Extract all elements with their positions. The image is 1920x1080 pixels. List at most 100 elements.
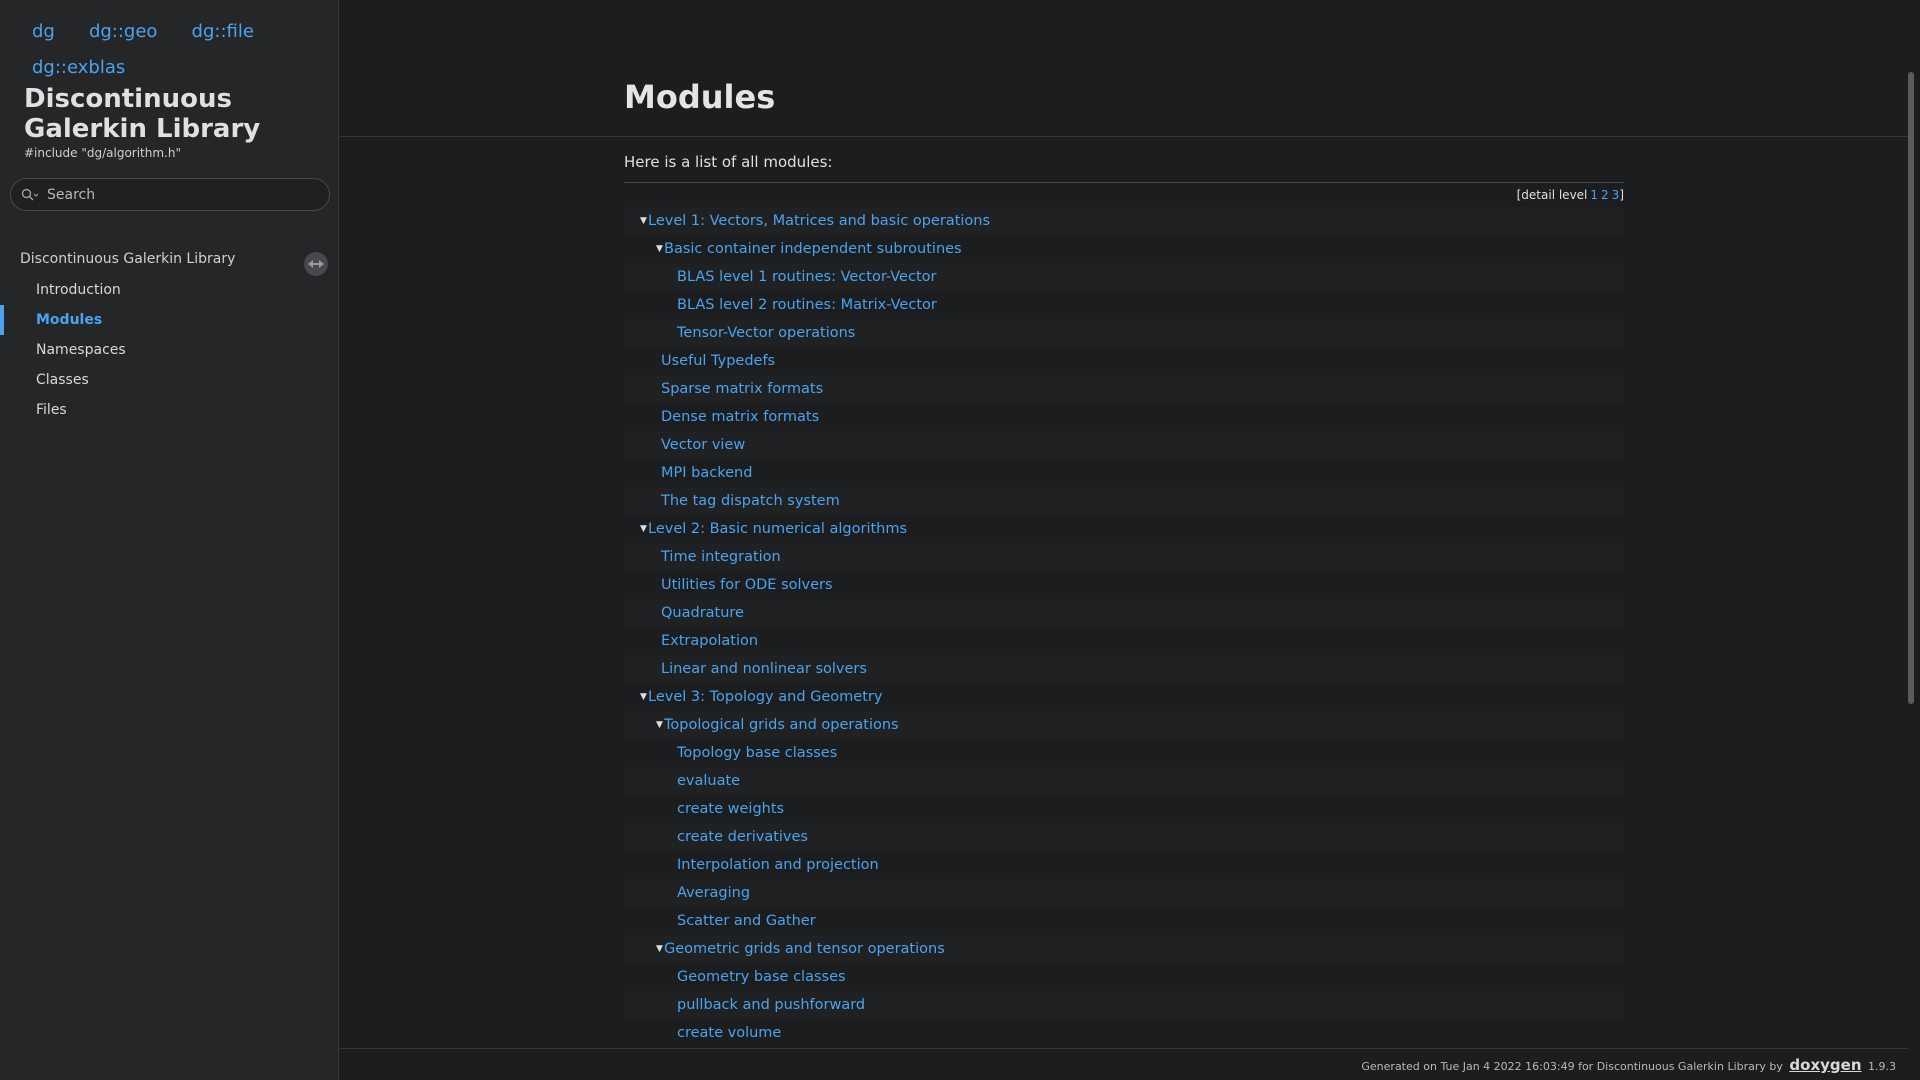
- module-link[interactable]: Sparse matrix formats: [661, 381, 823, 397]
- tree-row: The tag dispatch system: [624, 487, 1624, 515]
- module-tree: [detail level 1 2 3] ▼Level 1: Vectors, Mat…: [624, 182, 1624, 1041]
- expand-arrow-icon[interactable]: ▼: [640, 683, 648, 711]
- project-brief: #include "dg/algorithm.h": [24, 146, 181, 160]
- module-link[interactable]: Vector view: [661, 437, 745, 453]
- expand-arrow-icon[interactable]: ▼: [656, 235, 664, 263]
- tree-row: Averaging: [624, 879, 1624, 907]
- tree-row: ▼Geometric grids and tensor operations: [624, 935, 1624, 963]
- module-link[interactable]: Extrapolation: [661, 633, 758, 649]
- module-link[interactable]: Interpolation and projection: [677, 857, 879, 873]
- project-title: Discontinuous Galerkin Library: [24, 84, 261, 144]
- nav-item-classes[interactable]: Classes: [0, 365, 338, 395]
- tree-row: ▼Basic container independent subroutines: [624, 235, 1624, 263]
- detail-level-selector: [detail level 1 2 3]: [1517, 185, 1624, 205]
- tree-row: MPI backend: [624, 459, 1624, 487]
- module-link[interactable]: Geometry base classes: [677, 969, 846, 985]
- module-link[interactable]: Level 2: Basic numerical algorithms: [648, 521, 907, 537]
- tree-row: Tensor-Vector operations: [624, 319, 1624, 347]
- namespace-links: dg dg::geo dg::file dg::exblas: [32, 14, 322, 86]
- module-link[interactable]: Quadrature: [661, 605, 744, 621]
- tree-row: Sparse matrix formats: [624, 375, 1624, 403]
- tree-row: ▼Level 1: Vectors, Matrices and basic op…: [624, 207, 1624, 235]
- nav-item-introduction[interactable]: Introduction: [0, 275, 338, 305]
- module-link[interactable]: pullback and pushforward: [677, 997, 865, 1013]
- module-link[interactable]: Topological grids and operations: [664, 717, 899, 733]
- tree-row: Useful Typedefs: [624, 347, 1624, 375]
- module-link[interactable]: evaluate: [677, 773, 740, 789]
- nav-item-files[interactable]: Files: [0, 395, 338, 425]
- tree-row: ▼Level 3: Topology and Geometry: [624, 683, 1624, 711]
- nav-item-namespaces[interactable]: Namespaces: [0, 335, 338, 365]
- intro-text: Here is a list of all modules:: [624, 153, 833, 171]
- module-link[interactable]: BLAS level 2 routines: Matrix-Vector: [677, 297, 937, 313]
- tree-row: Geometry base classes: [624, 963, 1624, 991]
- tree-row: Quadrature: [624, 599, 1624, 627]
- module-link[interactable]: create derivatives: [677, 829, 808, 845]
- detail-level-prefix: [detail level: [1516, 188, 1588, 202]
- tree-rows: ▼Level 1: Vectors, Matrices and basic op…: [624, 207, 1624, 1047]
- module-link[interactable]: Averaging: [677, 885, 750, 901]
- link-dg-exblas[interactable]: dg::exblas: [32, 50, 125, 86]
- search-input[interactable]: [47, 186, 317, 203]
- sync-toggle-button[interactable]: [304, 252, 328, 276]
- tree-row: ▼Topological grids and operations: [624, 711, 1624, 739]
- footer-version: 1.9.3: [1868, 1060, 1896, 1073]
- link-dg-geo[interactable]: dg::geo: [89, 14, 158, 50]
- module-link[interactable]: Dense matrix formats: [661, 409, 819, 425]
- module-link[interactable]: The tag dispatch system: [661, 493, 840, 509]
- module-link[interactable]: Geometric grids and tensor operations: [664, 941, 945, 957]
- scrollbar-thumb[interactable]: [1908, 72, 1914, 704]
- tree-row: Utilities for ODE solvers: [624, 571, 1624, 599]
- tree-row: evaluate: [624, 767, 1624, 795]
- doxygen-logo-link[interactable]: doxygen: [1789, 1056, 1861, 1074]
- module-link[interactable]: Topology base classes: [677, 745, 837, 761]
- module-link[interactable]: Level 3: Topology and Geometry: [648, 689, 882, 705]
- sidebar: dg dg::geo dg::file dg::exblas Discontin…: [0, 0, 339, 1080]
- expand-arrow-icon[interactable]: ▼: [656, 711, 664, 739]
- tree-row: create derivatives: [624, 823, 1624, 851]
- detail-level-1[interactable]: 1: [1590, 188, 1598, 202]
- module-link[interactable]: create weights: [677, 801, 784, 817]
- nav-item-modules[interactable]: Modules: [0, 305, 338, 335]
- tree-row: ▼Level 2: Basic numerical algorithms: [624, 515, 1624, 543]
- main-content: Modules Here is a list of all modules: […: [340, 0, 1920, 1080]
- tree-row: Vector view: [624, 431, 1624, 459]
- tree-row: create volume: [624, 1019, 1624, 1047]
- detail-level-suffix: ]: [1619, 188, 1624, 202]
- search-icon: [21, 188, 39, 200]
- page-title: Modules: [624, 78, 776, 116]
- module-link[interactable]: Utilities for ODE solvers: [661, 577, 833, 593]
- expand-arrow-icon[interactable]: ▼: [640, 207, 648, 235]
- tree-row: BLAS level 1 routines: Vector-Vector: [624, 263, 1624, 291]
- footer: Generated on Tue Jan 4 2022 16:03:49 for…: [340, 1048, 1908, 1080]
- tree-row: Scatter and Gather: [624, 907, 1624, 935]
- tree-row: pullback and pushforward: [624, 991, 1624, 1019]
- expand-arrow-icon[interactable]: ▼: [640, 515, 648, 543]
- link-dg-file[interactable]: dg::file: [192, 14, 254, 50]
- module-link[interactable]: Time integration: [661, 549, 781, 565]
- module-link[interactable]: Linear and nonlinear solvers: [661, 661, 867, 677]
- module-link[interactable]: Level 1: Vectors, Matrices and basic ope…: [648, 213, 990, 229]
- footer-text: Generated on Tue Jan 4 2022 16:03:49 for…: [1361, 1060, 1783, 1073]
- tree-row: Interpolation and projection: [624, 851, 1624, 879]
- search-box[interactable]: [10, 178, 330, 211]
- detail-level-2[interactable]: 2: [1601, 188, 1609, 202]
- link-dg[interactable]: dg: [32, 14, 55, 50]
- module-link[interactable]: Tensor-Vector operations: [677, 325, 855, 341]
- module-link[interactable]: Scatter and Gather: [677, 913, 816, 929]
- nav-root-item[interactable]: Discontinuous Galerkin Library: [20, 251, 235, 267]
- tree-row: BLAS level 2 routines: Matrix-Vector: [624, 291, 1624, 319]
- tree-row: Extrapolation: [624, 627, 1624, 655]
- expand-arrow-icon[interactable]: ▼: [656, 935, 664, 963]
- module-link[interactable]: Useful Typedefs: [661, 353, 775, 369]
- module-link[interactable]: MPI backend: [661, 465, 752, 481]
- page-header: Modules: [340, 0, 1908, 137]
- module-link[interactable]: create volume: [677, 1025, 781, 1041]
- sync-icon: [308, 260, 324, 268]
- module-link[interactable]: Basic container independent subroutines: [664, 241, 962, 257]
- tree-row: Topology base classes: [624, 739, 1624, 767]
- module-link[interactable]: BLAS level 1 routines: Vector-Vector: [677, 269, 936, 285]
- tree-row: Dense matrix formats: [624, 403, 1624, 431]
- tree-row: Time integration: [624, 543, 1624, 571]
- tree-row: Linear and nonlinear solvers: [624, 655, 1624, 683]
